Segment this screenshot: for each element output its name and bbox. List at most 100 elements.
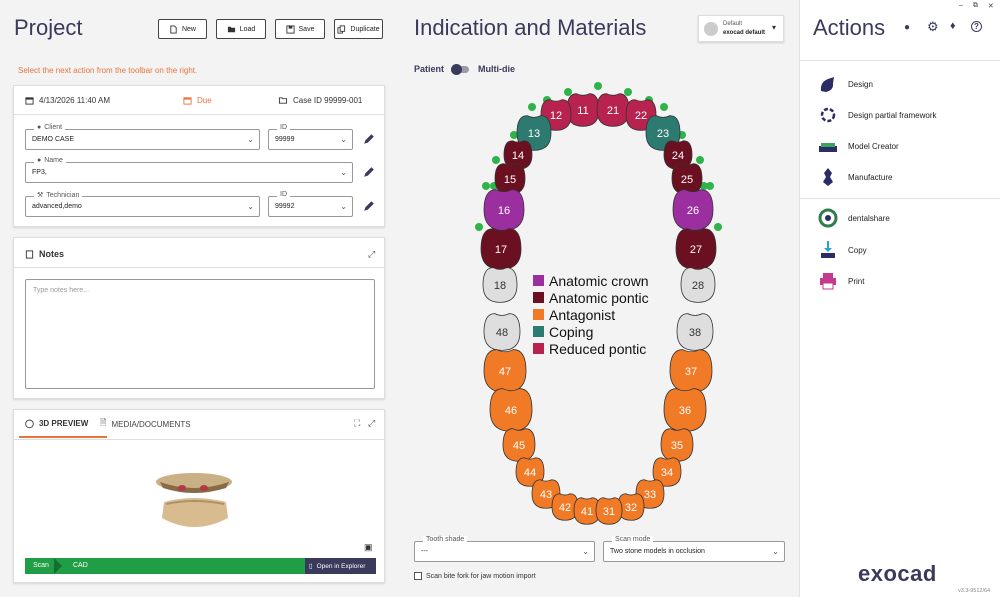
edit-technician-icon[interactable]: [363, 200, 375, 212]
margin-dot[interactable]: [714, 223, 722, 231]
tooth-36[interactable]: 36: [663, 388, 707, 432]
legend-item-crown: Anatomic crown: [533, 272, 649, 289]
minimize-icon[interactable]: –: [959, 2, 963, 10]
tooth-27[interactable]: 27: [675, 228, 717, 270]
name-select[interactable]: ● Name FP3, ⌄: [25, 157, 353, 183]
tab-media-documents[interactable]: 🗎 MEDIA/DOCUMENTS: [100, 410, 191, 438]
notes-textarea[interactable]: Type notes here...: [25, 279, 375, 389]
tooth-31[interactable]: 31: [595, 497, 623, 525]
user-icon[interactable]: ●: [904, 22, 910, 33]
technician-id-select[interactable]: ID 99992 ⌄: [268, 191, 353, 217]
tooth-16[interactable]: 16: [483, 189, 525, 231]
duplicate-icon: [337, 24, 346, 34]
tooth-21[interactable]: 21: [596, 93, 630, 127]
indication-title: Indication and Materials: [414, 15, 647, 40]
screenshot-icon[interactable]: ▣: [364, 542, 373, 553]
tooth-18[interactable]: 18: [482, 267, 518, 303]
tooth-17[interactable]: 17: [480, 228, 522, 270]
tooth-shade-select[interactable]: Tooth shade --- ⌄: [414, 536, 595, 562]
bite-fork-checkbox[interactable]: Scan bite fork for jaw motion import: [414, 572, 536, 580]
close-icon[interactable]: ✕: [988, 2, 994, 10]
margin-dot[interactable]: [528, 103, 536, 111]
notes-icon: [25, 249, 34, 259]
tooth-48[interactable]: 48: [483, 313, 521, 351]
save-icon: [285, 24, 295, 34]
printer-icon: [818, 271, 838, 291]
tooth-45[interactable]: 45: [502, 428, 536, 462]
window-controls: – ⧉ ✕: [959, 2, 994, 10]
copy-icon: [818, 240, 838, 260]
folder-icon: [278, 97, 288, 104]
expand-icon[interactable]: ⤢: [368, 249, 375, 260]
tooth-number: 21: [607, 105, 619, 117]
tooth-number: 27: [690, 244, 702, 256]
client-id-select[interactable]: ID 99999 ⌄: [268, 124, 353, 150]
3d-model-image[interactable]: [152, 468, 237, 536]
step-scan[interactable]: Scan: [33, 562, 49, 569]
action-dentalshare[interactable]: dentalshare: [818, 208, 890, 228]
case-panel: 4/13/2026 11:40 AM Due Case ID 99999-001…: [13, 85, 385, 227]
help-icon[interactable]: ?: [971, 21, 982, 32]
tooth-11[interactable]: 11: [566, 93, 600, 127]
tooth-38[interactable]: 38: [676, 313, 714, 351]
restore-icon[interactable]: ⧉: [973, 2, 978, 10]
tooth-46[interactable]: 46: [489, 388, 533, 432]
scan-mode-select[interactable]: Scan mode Two stone models in occlusion …: [603, 536, 785, 562]
margin-dot[interactable]: [482, 182, 490, 190]
tooth-number: 42: [559, 502, 571, 514]
action-copy[interactable]: Copy: [818, 240, 867, 260]
margin-dot[interactable]: [624, 88, 632, 96]
save-button[interactable]: Save: [275, 19, 325, 39]
tooth-number: 41: [581, 506, 593, 518]
due-date[interactable]: Due: [183, 96, 212, 105]
margin-dot[interactable]: [475, 223, 483, 231]
notes-panel: Notes ⤢ Type notes here...: [13, 237, 385, 399]
action-design[interactable]: Design: [818, 74, 873, 94]
tooth-47[interactable]: 47: [483, 349, 527, 393]
margin-dot[interactable]: [660, 103, 668, 111]
edit-client-icon[interactable]: [363, 133, 375, 145]
action-manufacture[interactable]: Manufacture: [818, 167, 892, 187]
document-icon: 🗎: [100, 418, 107, 427]
preset-select[interactable]: Default exocad default ▾: [698, 15, 784, 42]
notes-header: Notes: [25, 249, 64, 259]
version-text: v3.3-9512/64: [958, 588, 991, 594]
bell-icon[interactable]: ♦: [950, 20, 956, 32]
tooth-number: 17: [495, 244, 507, 256]
tooth-35[interactable]: 35: [660, 428, 694, 462]
tooth-26[interactable]: 26: [672, 189, 714, 231]
margin-dot[interactable]: [594, 82, 602, 90]
workflow-bar: Scan CAD ▯ Open in Explorer: [25, 558, 376, 574]
chevron-down-icon: ⌄: [340, 202, 347, 211]
open-in-explorer-button[interactable]: ▯ Open in Explorer: [305, 558, 376, 574]
gear-icon[interactable]: ⚙: [927, 19, 939, 35]
margin-dot[interactable]: [492, 156, 500, 164]
fit-view-icon[interactable]: ⛶: [354, 418, 360, 429]
action-print[interactable]: Print: [818, 271, 864, 291]
tooth-28[interactable]: 28: [680, 267, 716, 303]
new-button[interactable]: New: [158, 19, 207, 39]
technician-select[interactable]: ⚒ Technician advanced,demo ⌄: [25, 191, 260, 217]
edit-name-icon[interactable]: [363, 166, 375, 178]
expand-icon[interactable]: ⤢: [368, 418, 375, 429]
margin-dot[interactable]: [696, 156, 704, 164]
tooth-number: 13: [528, 128, 540, 140]
margin-dot[interactable]: [564, 88, 572, 96]
tooth-15[interactable]: 15: [494, 163, 526, 195]
margin-dot[interactable]: [706, 182, 714, 190]
patient-multidie-toggle[interactable]: [451, 64, 469, 75]
action-design-partial-framework[interactable]: Design partial framework: [818, 105, 936, 125]
manufacture-icon: [818, 167, 838, 187]
load-button[interactable]: Load: [216, 19, 266, 39]
chevron-down-icon: ⌄: [340, 135, 347, 144]
tooth-number: 23: [657, 128, 669, 140]
action-model-creator[interactable]: Model Creator: [818, 136, 899, 156]
duplicate-button[interactable]: Duplicate: [334, 19, 383, 39]
client-select[interactable]: ● Client DEMO CASE ⌄: [25, 124, 260, 150]
tooth-number: 48: [496, 327, 508, 339]
step-cad[interactable]: CAD: [73, 562, 88, 569]
tooth-number: 47: [499, 366, 511, 378]
tooth-25[interactable]: 25: [671, 163, 703, 195]
tab-3d-preview[interactable]: ◯ 3D PREVIEW: [19, 410, 107, 438]
tooth-37[interactable]: 37: [669, 349, 713, 393]
